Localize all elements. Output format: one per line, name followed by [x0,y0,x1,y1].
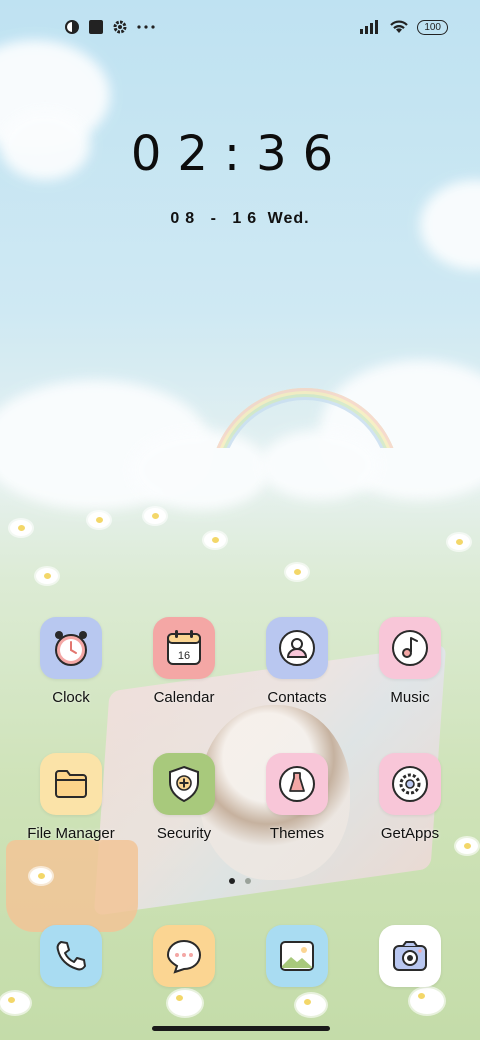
battery-indicator: 100 [417,19,448,35]
app-clock[interactable]: Clock [16,617,126,706]
circle-half-icon [65,20,79,34]
contacts-tile[interactable] [266,617,328,679]
weekday: Wed. [267,210,310,227]
gesture-navigation-bar[interactable] [152,1026,330,1031]
dock-gallery[interactable] [242,925,352,987]
page-dot[interactable] [245,878,251,884]
app-getapps[interactable]: GetApps [355,753,465,842]
dock-camera[interactable] [355,925,465,987]
app-label: GetApps [380,825,440,842]
camera-tile[interactable] [379,925,441,987]
lock-clock-date: 08 - 16 Wed. [0,210,480,228]
app-label: Security [156,825,212,842]
music-note-icon [392,630,428,666]
gallery-icon [280,941,314,971]
app-label: Music [390,689,430,706]
status-bar: 100 [0,0,480,56]
gear-planet-icon [392,766,428,802]
clock-tile[interactable] [40,617,102,679]
settings-gear-icon [113,20,127,34]
gallery-tile[interactable] [266,925,328,987]
file-manager-tile[interactable] [40,753,102,815]
lock-clock-time[interactable]: 02:36 [0,126,480,182]
app-label: Clock [52,689,90,706]
page-dot-active[interactable] [229,878,235,884]
square-app-icon [89,20,103,34]
app-label: Contacts [267,689,327,706]
calendar-icon: 16 [167,630,201,665]
alarm-clock-icon [55,631,87,666]
app-label: Themes [269,825,325,842]
calendar-tile[interactable]: 16 [153,617,215,679]
signal-icon [360,20,379,34]
calendar-day: 16 [178,650,190,662]
page-indicator[interactable] [0,878,480,884]
dress-icon [279,766,315,802]
app-security[interactable]: Security [129,753,239,842]
messages-tile[interactable] [153,925,215,987]
dock-messages[interactable] [129,925,239,987]
app-file-manager[interactable]: File Manager [16,753,126,842]
chat-bubble-icon [166,939,202,974]
app-calendar[interactable]: 16 Calendar [129,617,239,706]
folder-icon [55,770,87,798]
app-music[interactable]: Music [355,617,465,706]
wifi-icon [390,20,409,33]
more-dots-icon [137,25,155,29]
phone-tile[interactable] [40,925,102,987]
music-tile[interactable] [379,617,441,679]
camera-icon [393,941,427,971]
phone-icon [56,941,86,971]
themes-tile[interactable] [266,753,328,815]
getapps-tile[interactable] [379,753,441,815]
security-tile[interactable] [153,753,215,815]
app-label: Calendar [153,689,215,706]
app-themes[interactable]: Themes [242,753,352,842]
app-label: File Manager [27,825,115,842]
app-contacts[interactable]: Contacts [242,617,352,706]
dock-phone[interactable] [16,925,126,987]
person-icon [279,630,315,666]
date-digits: 08 - 16 [170,210,263,227]
shield-icon [169,765,199,803]
